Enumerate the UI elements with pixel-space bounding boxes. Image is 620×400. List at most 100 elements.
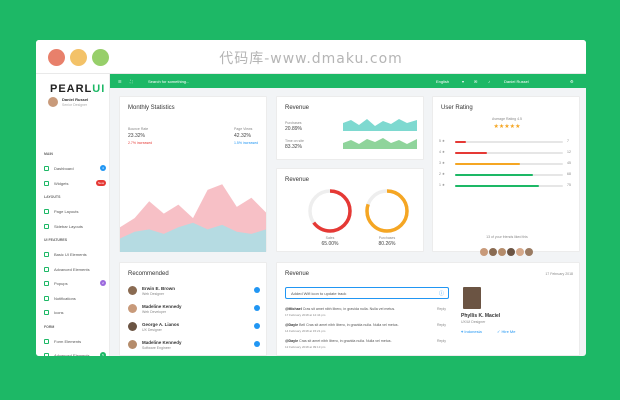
verified-icon[interactable]	[254, 305, 260, 311]
menu-item-icon	[44, 209, 49, 214]
fullscreen-icon[interactable]: ⛶	[130, 79, 133, 84]
time-label: Time on site	[285, 139, 304, 143]
sidebar-item[interactable]: Icons	[44, 308, 106, 318]
bounce-change: 2.7% increased	[128, 141, 153, 145]
avatar[interactable]	[128, 340, 137, 349]
card-title: Recommended	[128, 271, 169, 277]
sidebar-item[interactable]: Advanced Elements	[44, 265, 106, 275]
verified-icon[interactable]	[254, 341, 260, 347]
message-author[interactable]: @Dayle	[285, 323, 299, 327]
views-change: 1.5% increased	[234, 141, 259, 145]
avatar[interactable]	[489, 248, 497, 256]
purchases-label: Purchases	[378, 236, 396, 240]
star-rating[interactable]: ★★★★★	[433, 123, 581, 130]
search-input[interactable]: Search for something...	[148, 79, 189, 84]
rating-bar	[455, 174, 563, 176]
revenue-spark-card: Revenue Purchases 20.89% Time on site 83…	[276, 96, 424, 160]
logo-text-b: UI	[92, 83, 106, 95]
sales-label: Sales	[325, 236, 335, 240]
message-text: @Michael Cras sit amet nibh libero, in g…	[285, 307, 433, 311]
info-icon[interactable]: ⓘ	[439, 290, 444, 297]
person-name[interactable]: Erwin E. Brown	[142, 286, 175, 291]
rating-star-label: 4 ★	[439, 150, 446, 154]
person-name[interactable]: Madeline Kennedy	[142, 340, 182, 345]
avatar[interactable]	[128, 304, 137, 313]
hire-me-button[interactable]: ✓ Hire Me	[497, 329, 515, 334]
sidebar-item[interactable]: Dashboard 4	[44, 164, 106, 174]
card-title: Revenue	[285, 105, 310, 111]
bell-icon[interactable]: ♪	[488, 79, 490, 84]
brand-logo[interactable]: PEARLUI	[50, 83, 105, 95]
language-select[interactable]: English	[436, 79, 449, 84]
avatar[interactable]	[507, 248, 515, 256]
update-input[interactable]: Added Wifi icon to update track ⓘ	[285, 287, 449, 299]
card-title: Revenue	[285, 271, 310, 277]
window-title: 代码库-www.dmaku.com	[219, 51, 403, 67]
logo-text-a: PEARL	[50, 83, 93, 95]
friends-text: 13 of your friends liked this	[486, 235, 528, 239]
menu-icon[interactable]: ☰	[118, 79, 122, 84]
sidebar-item[interactable]: Basic UI Elements	[44, 250, 106, 260]
verified-icon[interactable]	[254, 323, 260, 329]
sidebar-item[interactable]: Sidebar Layouts	[44, 222, 106, 232]
sidebar-item-label: Notifications	[54, 295, 76, 301]
message-body: Cras sit amet nibh libero, in gravida nu…	[302, 307, 396, 311]
profile-name[interactable]: Daniel Russel	[62, 97, 88, 102]
avatar[interactable]	[480, 248, 488, 256]
sidebar-item[interactable]: Form Elements	[44, 337, 106, 347]
menu-item-icon	[44, 180, 49, 186]
reply-button[interactable]: Reply	[437, 323, 446, 327]
sidebar-item[interactable]: Advanced Elements 5	[44, 351, 106, 356]
sidebar-item[interactable]: Page Layouts	[44, 207, 106, 217]
avatar[interactable]	[128, 286, 137, 295]
dashboard-window: 代码库-www.dmaku.com PEARLUI Daniel Russel …	[36, 40, 586, 356]
message-author[interactable]: @Dayle	[285, 339, 299, 343]
profile-name: Phyllis K. Maciel	[461, 313, 501, 319]
avatar[interactable]	[525, 248, 533, 256]
location-link[interactable]: ⌖ Indonesia	[461, 329, 482, 334]
profile-card: Phyllis K. Maciel UX/UI Designer ⌖ Indon…	[459, 287, 577, 353]
person-role: Web Designer	[142, 292, 165, 296]
sidebar-item[interactable]: Popups 2	[44, 279, 106, 289]
sidebar-item[interactable]: Widgets New	[44, 179, 106, 189]
chevron-down-icon[interactable]: ▾	[462, 79, 464, 84]
views-label: Page Views	[234, 127, 253, 131]
time-sparkline	[343, 138, 417, 149]
rating-bar-fill	[455, 141, 466, 143]
rating-count: 45	[567, 161, 571, 165]
avatar[interactable]	[498, 248, 506, 256]
time-value: 83.32%	[285, 144, 302, 150]
message-text: @Dayle Bell Cras sit amet nibh libero, i…	[285, 323, 433, 327]
person-role: UX Designer	[142, 328, 162, 332]
settings-icon[interactable]: ⚙	[570, 79, 574, 84]
rating-count: 12	[567, 150, 571, 154]
sidebar-item-label: Page Layouts	[54, 209, 79, 214]
sidebar-badge: 5	[100, 352, 106, 356]
reply-button[interactable]: Reply	[437, 307, 446, 311]
menu-item-icon	[44, 353, 49, 356]
rating-count: 75	[567, 183, 571, 187]
reply-button[interactable]: Reply	[437, 339, 446, 343]
avatar[interactable]	[48, 97, 58, 107]
person-name[interactable]: George A. Lianos	[142, 322, 179, 327]
avatar[interactable]	[128, 322, 137, 331]
rating-count: 7	[567, 139, 569, 143]
sidebar-badge: New	[95, 179, 106, 186]
revenue-donut-card: Revenue Sales 65.00% Purchases 80.26%	[276, 168, 424, 252]
person-name[interactable]: Madeline Kennedy	[142, 304, 182, 309]
avatar[interactable]	[516, 248, 524, 256]
rating-star-label: 1 ★	[439, 183, 446, 187]
sidebar-item-label: Dashboard	[54, 166, 74, 171]
revenue-chat-card: Revenue 17 February 2018 Added Wifi icon…	[276, 262, 580, 356]
menu-item-icon	[44, 281, 49, 286]
user-menu[interactable]: Daniel Russel	[504, 79, 529, 84]
rating-bar	[455, 185, 563, 187]
mail-icon[interactable]: ✉	[474, 79, 477, 84]
verified-icon[interactable]	[254, 287, 260, 293]
message-date: 17 February 2018 at 12:44 pm	[285, 313, 326, 317]
friend-avatars	[480, 243, 533, 261]
sidebar-item-label: Popups	[54, 281, 68, 286]
avatar[interactable]	[463, 287, 481, 309]
sidebar-item[interactable]: Notifications	[44, 294, 106, 304]
message-author[interactable]: @Michael	[285, 307, 303, 311]
